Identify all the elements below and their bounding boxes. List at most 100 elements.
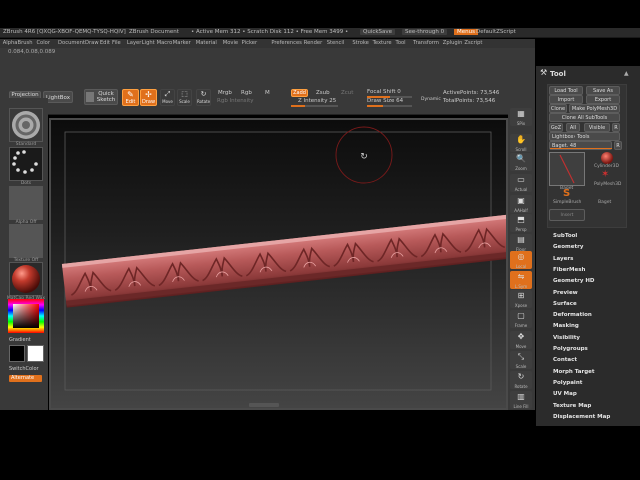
alternate-button[interactable]: Alternate	[9, 375, 42, 382]
menu-edit[interactable]: Edit	[100, 40, 110, 46]
main-color-swatch[interactable]	[9, 345, 25, 362]
edit-button[interactable]: ✎ Edit	[122, 89, 139, 106]
menu-stencil[interactable]: Stencil	[327, 40, 345, 46]
scale-button[interactable]: ⬚ Scale	[177, 89, 192, 106]
canvas-scroll-handle[interactable]	[249, 403, 279, 407]
goz-all-button[interactable]: All	[566, 123, 580, 132]
menus-button[interactable]: Menus	[454, 29, 478, 35]
move-button[interactable]: ⤢ Move	[160, 89, 175, 106]
secondary-color-swatch[interactable]	[27, 345, 44, 362]
right-tool-spix[interactable]: ▦ SPix	[510, 108, 532, 126]
palette-collapse-icon[interactable]: ▲	[624, 70, 629, 77]
tool-menu-polypaint[interactable]: Polypaint	[553, 380, 582, 386]
material-tile[interactable]	[9, 262, 43, 296]
save-as-button[interactable]: Save As	[586, 86, 620, 95]
goz-visible-button[interactable]: Visible	[584, 123, 610, 132]
right-tool-scroll[interactable]: ✋ Scroll	[510, 134, 532, 152]
switch-color-button[interactable]: SwitchColor	[9, 366, 39, 372]
tool-menu-geometry-hd[interactable]: Geometry HD	[553, 278, 595, 284]
goz-button[interactable]: GoZ	[549, 123, 563, 132]
z-intensity-track[interactable]	[291, 105, 338, 107]
default-zscript-button[interactable]: DefaultZScript	[476, 29, 516, 35]
make-polymesh-button[interactable]: Make PolyMesh3D	[569, 104, 620, 113]
menu-movie[interactable]: Movie	[223, 40, 238, 46]
tool-menu-layers[interactable]: Layers	[553, 256, 573, 262]
document-canvas[interactable]: ↻	[51, 120, 506, 408]
right-tool-rotate[interactable]: ↻ Rotate	[510, 371, 532, 389]
menu-marker[interactable]: Marker	[173, 40, 191, 46]
menu-light[interactable]: Light	[142, 40, 155, 46]
quicksave-button[interactable]: QuickSave	[360, 29, 396, 35]
tool-menu-deformation[interactable]: Deformation	[553, 312, 592, 318]
gradient-toggle[interactable]: Gradient	[9, 337, 31, 343]
alpha-tile[interactable]	[9, 186, 43, 220]
tool-menu-subtool[interactable]: SubTool	[553, 233, 577, 239]
brush-standard-tile[interactable]	[9, 108, 43, 142]
stroke-dots-tile[interactable]	[9, 147, 43, 181]
right-tool-xpose[interactable]: ⊞ Xpose	[510, 290, 532, 308]
right-tool-floor[interactable]: ▤ Floor	[510, 234, 532, 252]
menu-render[interactable]: Render	[304, 40, 322, 46]
tool-thumb-baget[interactable]	[549, 152, 585, 186]
menu-file[interactable]: File	[112, 40, 121, 46]
zcut-button[interactable]: Zcut	[341, 90, 353, 96]
right-tool-lsym[interactable]: ⇋ L.Sym	[510, 271, 532, 289]
menu-layer[interactable]: Layer	[127, 40, 141, 46]
clone-button[interactable]: Clone	[549, 104, 567, 113]
tool-menu-uv-map[interactable]: UV Map	[553, 391, 577, 397]
tool-menu-visibility[interactable]: Visibility	[553, 335, 580, 341]
draw-size-slider[interactable]: Draw Size 64	[367, 98, 403, 104]
color-picker[interactable]	[8, 299, 44, 333]
right-tool-zoom[interactable]: 🔍 Zoom	[510, 153, 532, 171]
menu-zplugin[interactable]: Zplugin	[443, 40, 463, 46]
tool-menu-fibermesh[interactable]: FiberMesh	[553, 267, 585, 273]
rotate-button[interactable]: ↻ Rotate	[196, 89, 211, 106]
menu-tool[interactable]: Tool	[396, 40, 406, 46]
right-tool-frame[interactable]: ▢ Frame	[510, 310, 532, 328]
zadd-button[interactable]: Zadd	[291, 89, 308, 97]
tool-menu-geometry[interactable]: Geometry	[553, 244, 583, 250]
menu-alpha[interactable]: Alpha	[3, 40, 18, 46]
goz-r-button[interactable]: R	[612, 123, 620, 132]
tool-menu-contact[interactable]: Contact	[553, 357, 577, 363]
zsub-button[interactable]: Zsub	[316, 90, 330, 96]
m-button[interactable]: M	[265, 90, 270, 96]
insert-tool-button[interactable]: Insert	[549, 209, 585, 221]
menu-material[interactable]: Material	[196, 40, 217, 46]
right-tool-actual[interactable]: ▭ Actual	[510, 174, 532, 192]
draw-button[interactable]: ✢ Draw	[140, 89, 157, 106]
tool-menu-texture-map[interactable]: Texture Map	[553, 403, 591, 409]
lightbox-tools-button[interactable]: Lightbox› Tools	[549, 132, 620, 141]
right-tool-persp[interactable]: ⬒ Persp	[510, 214, 532, 232]
rgb-button[interactable]: Rgb	[241, 90, 252, 96]
menu-stroke[interactable]: Stroke	[352, 40, 369, 46]
menu-document[interactable]: Document	[58, 40, 85, 46]
right-tool-scale[interactable]: ⤡ Scale	[510, 351, 532, 369]
menu-transform[interactable]: Transform	[413, 40, 439, 46]
menu-brush[interactable]: Brush	[18, 40, 33, 46]
right-tool-aahalf[interactable]: ▣ AAHalf	[510, 195, 532, 213]
tool-menu-polygroups[interactable]: Polygroups	[553, 346, 588, 352]
dynamic-toggle[interactable]: Dynamic	[421, 97, 441, 102]
z-intensity-slider[interactable]: Z Intensity 25	[298, 98, 336, 104]
right-tool-line-fill[interactable]: ▥ Line Fill	[510, 391, 532, 409]
tool-thumb-polymesh[interactable]: ✶	[599, 169, 613, 182]
menu-color[interactable]: Color	[36, 40, 50, 46]
clone-all-subtools-button[interactable]: Clone All SubTools	[549, 113, 620, 122]
tool-menu-surface[interactable]: Surface	[553, 301, 577, 307]
tool-slider[interactable]: Baget. 48	[549, 141, 612, 150]
mrgb-button[interactable]: Mrgb	[218, 90, 232, 96]
tool-menu-preview[interactable]: Preview	[553, 290, 578, 296]
draw-size-track[interactable]	[367, 105, 412, 107]
quick-sketch-button[interactable]: Quick Sketch	[84, 89, 118, 105]
menu-zscript[interactable]: Zscript	[464, 40, 482, 46]
tool-menu-displacement-map[interactable]: Displacement Map	[553, 414, 610, 420]
tool-menu-morph-target[interactable]: Morph Target	[553, 369, 595, 375]
export-button[interactable]: Export	[586, 95, 620, 104]
menu-texture[interactable]: Texture	[373, 40, 392, 46]
menu-macro[interactable]: Macro	[157, 40, 173, 46]
menu-picker[interactable]: Picker	[242, 40, 257, 46]
right-tool-move[interactable]: ✥ Move	[510, 331, 532, 349]
import-button[interactable]: Import	[549, 95, 583, 104]
load-tool-button[interactable]: Load Tool	[549, 86, 583, 95]
